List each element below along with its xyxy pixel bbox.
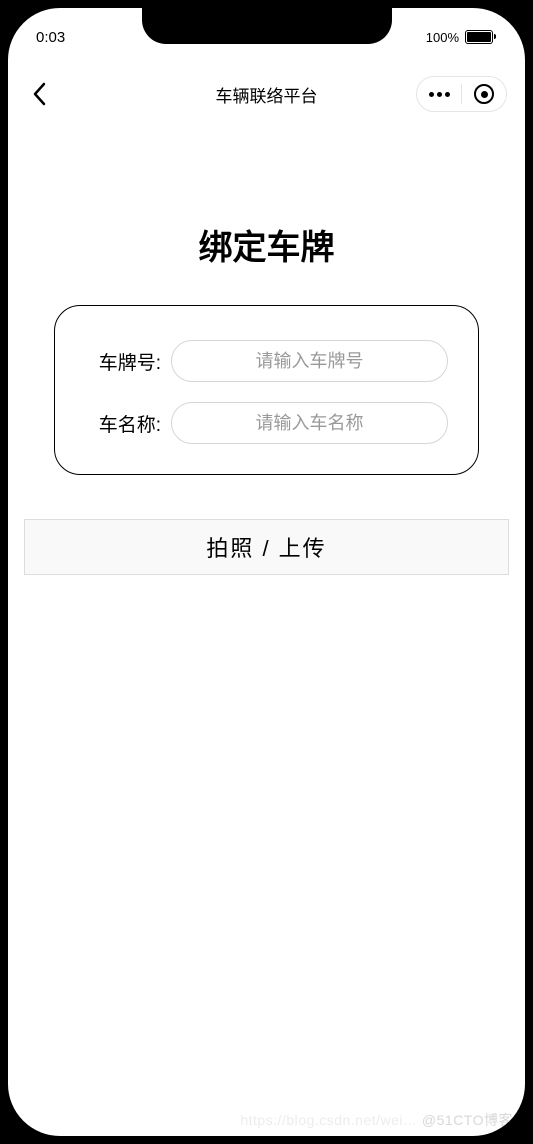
page-heading: 绑定车牌 bbox=[24, 220, 509, 269]
name-label: 车名称: bbox=[85, 410, 161, 437]
capsule-menu-button[interactable] bbox=[417, 77, 461, 111]
watermark-faint: https://blog.csdn.net/wei… bbox=[240, 1112, 422, 1128]
battery-text: 100% bbox=[426, 30, 459, 45]
more-icon bbox=[429, 92, 450, 97]
form-card: 车牌号: 车名称: bbox=[54, 305, 479, 475]
watermark: https://blog.csdn.net/wei… @51CTO博客 bbox=[240, 1110, 513, 1130]
name-input[interactable] bbox=[171, 402, 448, 444]
nav-bar: 车辆联络平台 bbox=[8, 52, 525, 124]
plate-label: 车牌号: bbox=[85, 348, 161, 375]
back-button[interactable] bbox=[32, 80, 48, 108]
upload-button[interactable]: 拍照 / 上传 bbox=[24, 519, 509, 575]
chevron-left-icon bbox=[32, 82, 46, 106]
plate-field-row: 车牌号: bbox=[85, 340, 448, 382]
battery-icon bbox=[465, 30, 493, 44]
page-title: 车辆联络平台 bbox=[216, 82, 318, 107]
plate-input[interactable] bbox=[171, 340, 448, 382]
capsule-close-button[interactable] bbox=[462, 77, 506, 111]
status-time: 0:03 bbox=[36, 29, 65, 46]
name-field-row: 车名称: bbox=[85, 402, 448, 444]
mini-program-capsule bbox=[416, 76, 507, 112]
status-right: 100% bbox=[426, 30, 493, 45]
target-icon bbox=[474, 84, 494, 104]
watermark-text: @51CTO博客 bbox=[422, 1112, 513, 1128]
content-area: 绑定车牌 车牌号: 车名称: 拍照 / 上传 bbox=[8, 220, 525, 575]
device-notch bbox=[142, 8, 392, 44]
